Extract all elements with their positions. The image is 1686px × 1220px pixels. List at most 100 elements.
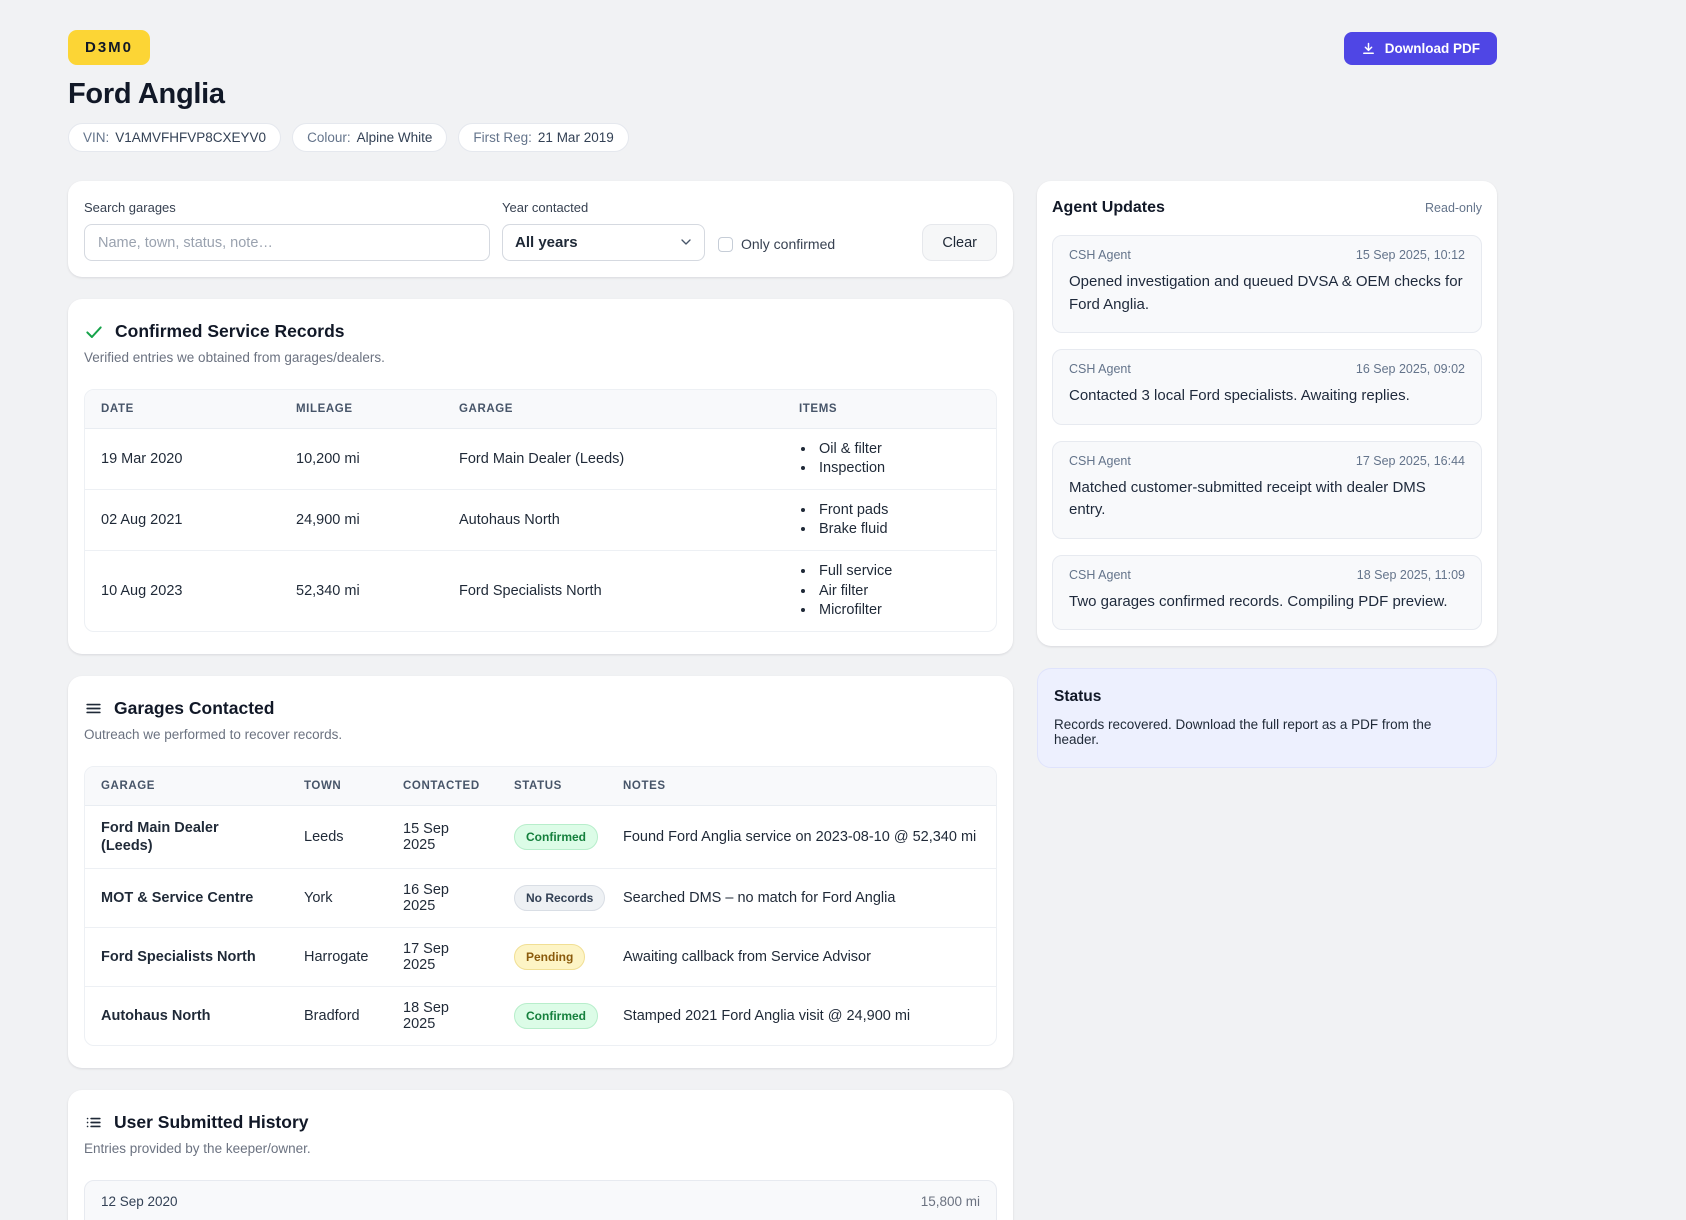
agent-update-entry: CSH Agent 15 Sep 2025, 10:12 Opened inve…	[1052, 235, 1482, 333]
search-input[interactable]	[84, 224, 490, 261]
agent-name: CSH Agent	[1069, 248, 1131, 262]
confirmed-records-table: Date Mileage Garage Items 19	[84, 389, 997, 632]
record-items: Full service Air filter Microfilter	[783, 550, 996, 631]
agent-update-entry: CSH Agent 16 Sep 2025, 09:02 Contacted 3…	[1052, 349, 1482, 425]
garage-notes: Awaiting callback from Service Advisor	[607, 927, 996, 987]
record-mileage: 24,900 mi	[280, 489, 443, 551]
agent-update-entry: CSH Agent 17 Sep 2025, 16:44 Matched cus…	[1052, 440, 1482, 539]
user-history-card: User Submitted History Entries provided …	[68, 1090, 1013, 1220]
garages-contacted-table: Garage Town Contacted Status Notes	[84, 765, 997, 1047]
main-column: Search garages Year contacted All years	[68, 181, 1013, 1220]
status-badge: Confirmed	[514, 823, 598, 850]
col-garage: Garage	[443, 390, 783, 429]
garage-name: Autohaus North	[85, 986, 288, 1046]
page-title: Ford Anglia	[68, 78, 225, 110]
chip-value: 21 Mar 2019	[537, 130, 614, 145]
agent-updates-title: Agent Updates	[1052, 199, 1165, 216]
garages-contacted-title: Garages Contacted	[114, 697, 275, 718]
record-garage: Autohaus North	[443, 489, 783, 551]
record-item: Inspection	[816, 460, 980, 477]
col-garage: Garage	[85, 766, 288, 806]
agent-name: CSH Agent	[1069, 453, 1131, 468]
check-icon	[84, 322, 104, 342]
vehicle-chip: Colour: Alpine White	[292, 123, 448, 152]
agent-name: CSH Agent	[1069, 362, 1131, 376]
agent-message: Opened investigation and queued DVSA & O…	[1069, 273, 1463, 313]
status-badge: Pending	[514, 944, 586, 971]
record-garage: Ford Main Dealer (Leeds)	[459, 451, 625, 468]
garage-notes: Stamped 2021 Ford Anglia visit @ 24,900 …	[607, 986, 996, 1046]
entry-date: 12 Sep 2020	[101, 1194, 178, 1210]
garage-status-cell: Pending	[498, 927, 607, 987]
col-notes: Notes	[607, 766, 996, 806]
record-items: Front pads Brake fluid	[783, 489, 996, 551]
record-date: 10 Aug 2023	[85, 550, 280, 631]
download-pdf-label: Download PDF	[1384, 41, 1480, 56]
garage-town: Harrogate	[288, 927, 387, 987]
year-contacted-label: Year contacted	[502, 200, 589, 215]
garage-contacted-date: 17 Sep 2025	[387, 927, 498, 987]
chip-label: First Reg:	[473, 130, 532, 145]
year-field: Year contacted All years	[502, 200, 705, 261]
garage-name: Ford Main Dealer (Leeds)	[101, 819, 219, 854]
record-mileage: 10,200 mi	[296, 451, 360, 468]
garage-row: Ford Specialists North Harrogate 17 Sep …	[85, 927, 996, 987]
readonly-label: Read-only	[1425, 201, 1482, 215]
garage-notes: Searched DMS – no match for Ford Anglia	[607, 868, 996, 928]
record-item: Air filter	[816, 583, 980, 600]
chip-value: V1AMVFHFVP8CXEYV0	[115, 130, 267, 145]
record-garage: Ford Specialists North	[443, 550, 783, 631]
only-confirmed-label: Only confirmed	[741, 236, 836, 252]
agent-update-entry: CSH Agent 18 Sep 2025, 11:09 Two garages…	[1052, 554, 1482, 630]
service-record-row: 10 Aug 2023 52,340 mi Ford Specialists N…	[85, 550, 996, 631]
record-item: Full service	[816, 563, 980, 580]
record-item: Front pads	[816, 502, 980, 519]
user-history-subtitle: Entries provided by the keeper/owner.	[84, 1141, 311, 1157]
year-select[interactable]: All years	[502, 224, 705, 261]
service-record-row: 02 Aug 2021 24,900 mi Autohaus North Fro…	[85, 489, 996, 551]
record-item: Brake fluid	[816, 521, 980, 538]
entry-mileage: 15,800 mi	[920, 1194, 980, 1210]
garage-town: Bradford	[288, 986, 387, 1046]
agent-timestamp: 15 Sep 2025, 10:12	[1355, 248, 1465, 262]
only-confirmed-checkbox[interactable]	[718, 236, 733, 252]
user-history-title: User Submitted History	[114, 1112, 309, 1133]
garage-status-cell: Confirmed	[498, 986, 607, 1046]
table-header-row: Date Mileage Garage Items	[85, 390, 996, 429]
table-header-row: Garage Town Contacted Status Notes	[85, 766, 996, 806]
confirmed-records-title: Confirmed Service Records	[115, 321, 345, 341]
record-items: Oil & filter Inspection	[783, 429, 996, 490]
garage-row: Ford Main Dealer (Leeds) Leeds 15 Sep 20…	[85, 805, 996, 868]
download-pdf-button[interactable]: Download PDF	[1343, 32, 1497, 65]
demo-badge: D3M0	[68, 30, 151, 65]
status-badge: Confirmed	[514, 1003, 598, 1030]
status-badge: No Records	[514, 885, 606, 912]
vehicle-chip: VIN: V1AMVFHFVP8CXEYV0	[68, 123, 282, 152]
download-icon	[1361, 41, 1376, 56]
vehicle-chip: First Reg: 21 Mar 2019	[458, 123, 629, 152]
agent-message: Contacted 3 local Ford specialists. Awai…	[1069, 387, 1410, 404]
garage-name: MOT & Service Centre	[85, 868, 288, 928]
vehicle-chips: VIN: V1AMVFHFVP8CXEYV0 Colour: Alpine Wh…	[68, 123, 1497, 152]
record-item: Microfilter	[816, 602, 980, 619]
col-status: Status	[498, 766, 607, 806]
garages-contacted-card: Garages Contacted Outreach we performed …	[68, 675, 1013, 1069]
only-confirmed-checkbox-row[interactable]: Only confirmed	[718, 236, 835, 252]
agent-timestamp: 16 Sep 2025, 09:02	[1355, 362, 1465, 376]
record-date: 02 Aug 2021	[85, 489, 280, 551]
col-town: Town	[288, 766, 387, 806]
record-mileage: 52,340 mi	[280, 550, 443, 631]
user-history-entries: 12 Sep 2020 15,800 mi Oil & filter at ho…	[84, 1180, 997, 1220]
chip-value: Alpine White	[356, 130, 433, 145]
clear-button[interactable]: Clear	[922, 224, 997, 261]
confirmed-records-subtitle: Verified entries we obtained from garage…	[84, 350, 385, 365]
status-panel: Status Records recovered. Download the f…	[1037, 668, 1497, 768]
filter-card: Search garages Year contacted All years	[68, 181, 1013, 277]
garage-row: MOT & Service Centre York 16 Sep 2025 No…	[85, 868, 996, 928]
garage-status-cell: Confirmed	[498, 805, 607, 868]
col-items: Items	[783, 390, 996, 429]
search-label: Search garages	[84, 200, 176, 215]
chip-label: Colour:	[307, 130, 351, 145]
garage-name: Ford Specialists North	[85, 927, 288, 987]
status-panel-message: Records recovered. Download the full rep…	[1054, 717, 1432, 747]
